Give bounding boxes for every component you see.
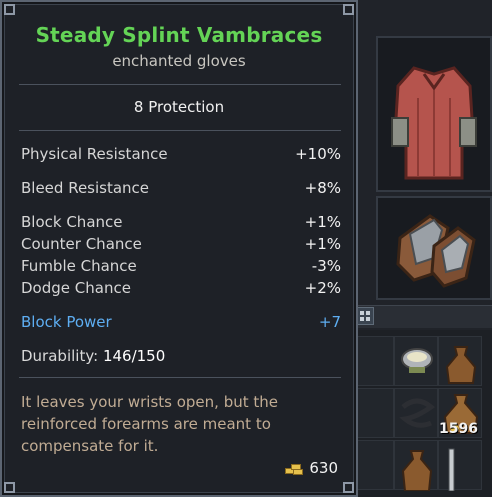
chest-equipment-slot[interactable] — [376, 36, 492, 192]
flavor-line: compensate for it. — [21, 437, 159, 455]
flavor-text: It leaves your wrists open, but the rein… — [21, 391, 321, 457]
stat-label: Counter Chance — [21, 235, 142, 253]
stat-value: +2% — [304, 279, 341, 297]
durability-value: 146/150 — [102, 347, 166, 365]
inventory-cell[interactable] — [438, 336, 482, 386]
gold-coins-icon — [283, 462, 304, 475]
flavor-line: It leaves your wrists open, but the — [21, 393, 278, 411]
stat-row-block-chance: Block Chance +1% — [21, 213, 341, 231]
cauldron-icon — [401, 348, 433, 373]
sack-icon — [401, 450, 433, 492]
stat-value: +7 — [318, 313, 341, 331]
stack-quantity: 1596 — [439, 421, 478, 437]
stat-label: Fumble Chance — [21, 257, 137, 275]
stat-label: Block Chance — [21, 213, 123, 231]
item-tooltip: Steady Splint Vambraces enchanted gloves… — [0, 0, 358, 497]
price-value: 630 — [309, 459, 338, 477]
sack-icon — [445, 346, 477, 384]
stat-label: Bleed Resistance — [21, 179, 150, 197]
protection-value: 8 Protection — [133, 98, 225, 116]
gloves-icon — [396, 214, 476, 288]
divider — [19, 377, 341, 378]
item-price: 630 — [283, 459, 338, 477]
inventory-cell[interactable]: 1596 — [438, 388, 482, 438]
stat-row-physical-resistance: Physical Resistance +10% — [21, 145, 341, 163]
frame-corner — [343, 482, 354, 493]
durability-label: Durability: — [21, 347, 99, 365]
stat-label: Dodge Chance — [21, 279, 131, 297]
frame-corner — [343, 4, 354, 15]
stat-row-fumble-chance: Fumble Chance -3% — [21, 257, 341, 275]
inventory-grid: 1596 — [350, 330, 492, 497]
divider — [19, 130, 341, 131]
chest-armor-icon — [391, 66, 477, 180]
rope-icon — [399, 398, 436, 428]
inventory-cell[interactable] — [438, 440, 482, 492]
stat-value: +1% — [304, 213, 341, 231]
frame-corner — [4, 4, 15, 15]
inventory-cell[interactable] — [394, 336, 438, 386]
stat-value: -3% — [311, 257, 341, 275]
stat-row-block-power: Block Power +7 — [21, 313, 341, 331]
inventory-cell[interactable] — [394, 440, 438, 492]
stat-value: +10% — [295, 145, 341, 163]
durability: Durability: 146/150 — [21, 347, 165, 365]
stat-value: +1% — [304, 235, 341, 253]
bag-grid-icon[interactable] — [356, 307, 374, 325]
sword-icon — [448, 448, 455, 492]
frame-corner — [4, 482, 15, 493]
stat-label: Physical Resistance — [21, 145, 168, 163]
gloves-equipment-slot[interactable] — [376, 196, 492, 300]
stat-label: Block Power — [21, 313, 112, 331]
item-type: enchanted gloves — [112, 52, 246, 70]
stat-row-counter-chance: Counter Chance +1% — [21, 235, 341, 253]
divider — [19, 84, 341, 85]
stat-value: +8% — [304, 179, 341, 197]
inventory-cell[interactable] — [394, 388, 438, 438]
stat-row-dodge-chance: Dodge Chance +2% — [21, 279, 341, 297]
item-name: Steady Splint Vambraces — [35, 23, 323, 47]
flavor-line: reinforced forearms are meant to — [21, 415, 271, 433]
stat-row-bleed-resistance: Bleed Resistance +8% — [21, 179, 341, 197]
